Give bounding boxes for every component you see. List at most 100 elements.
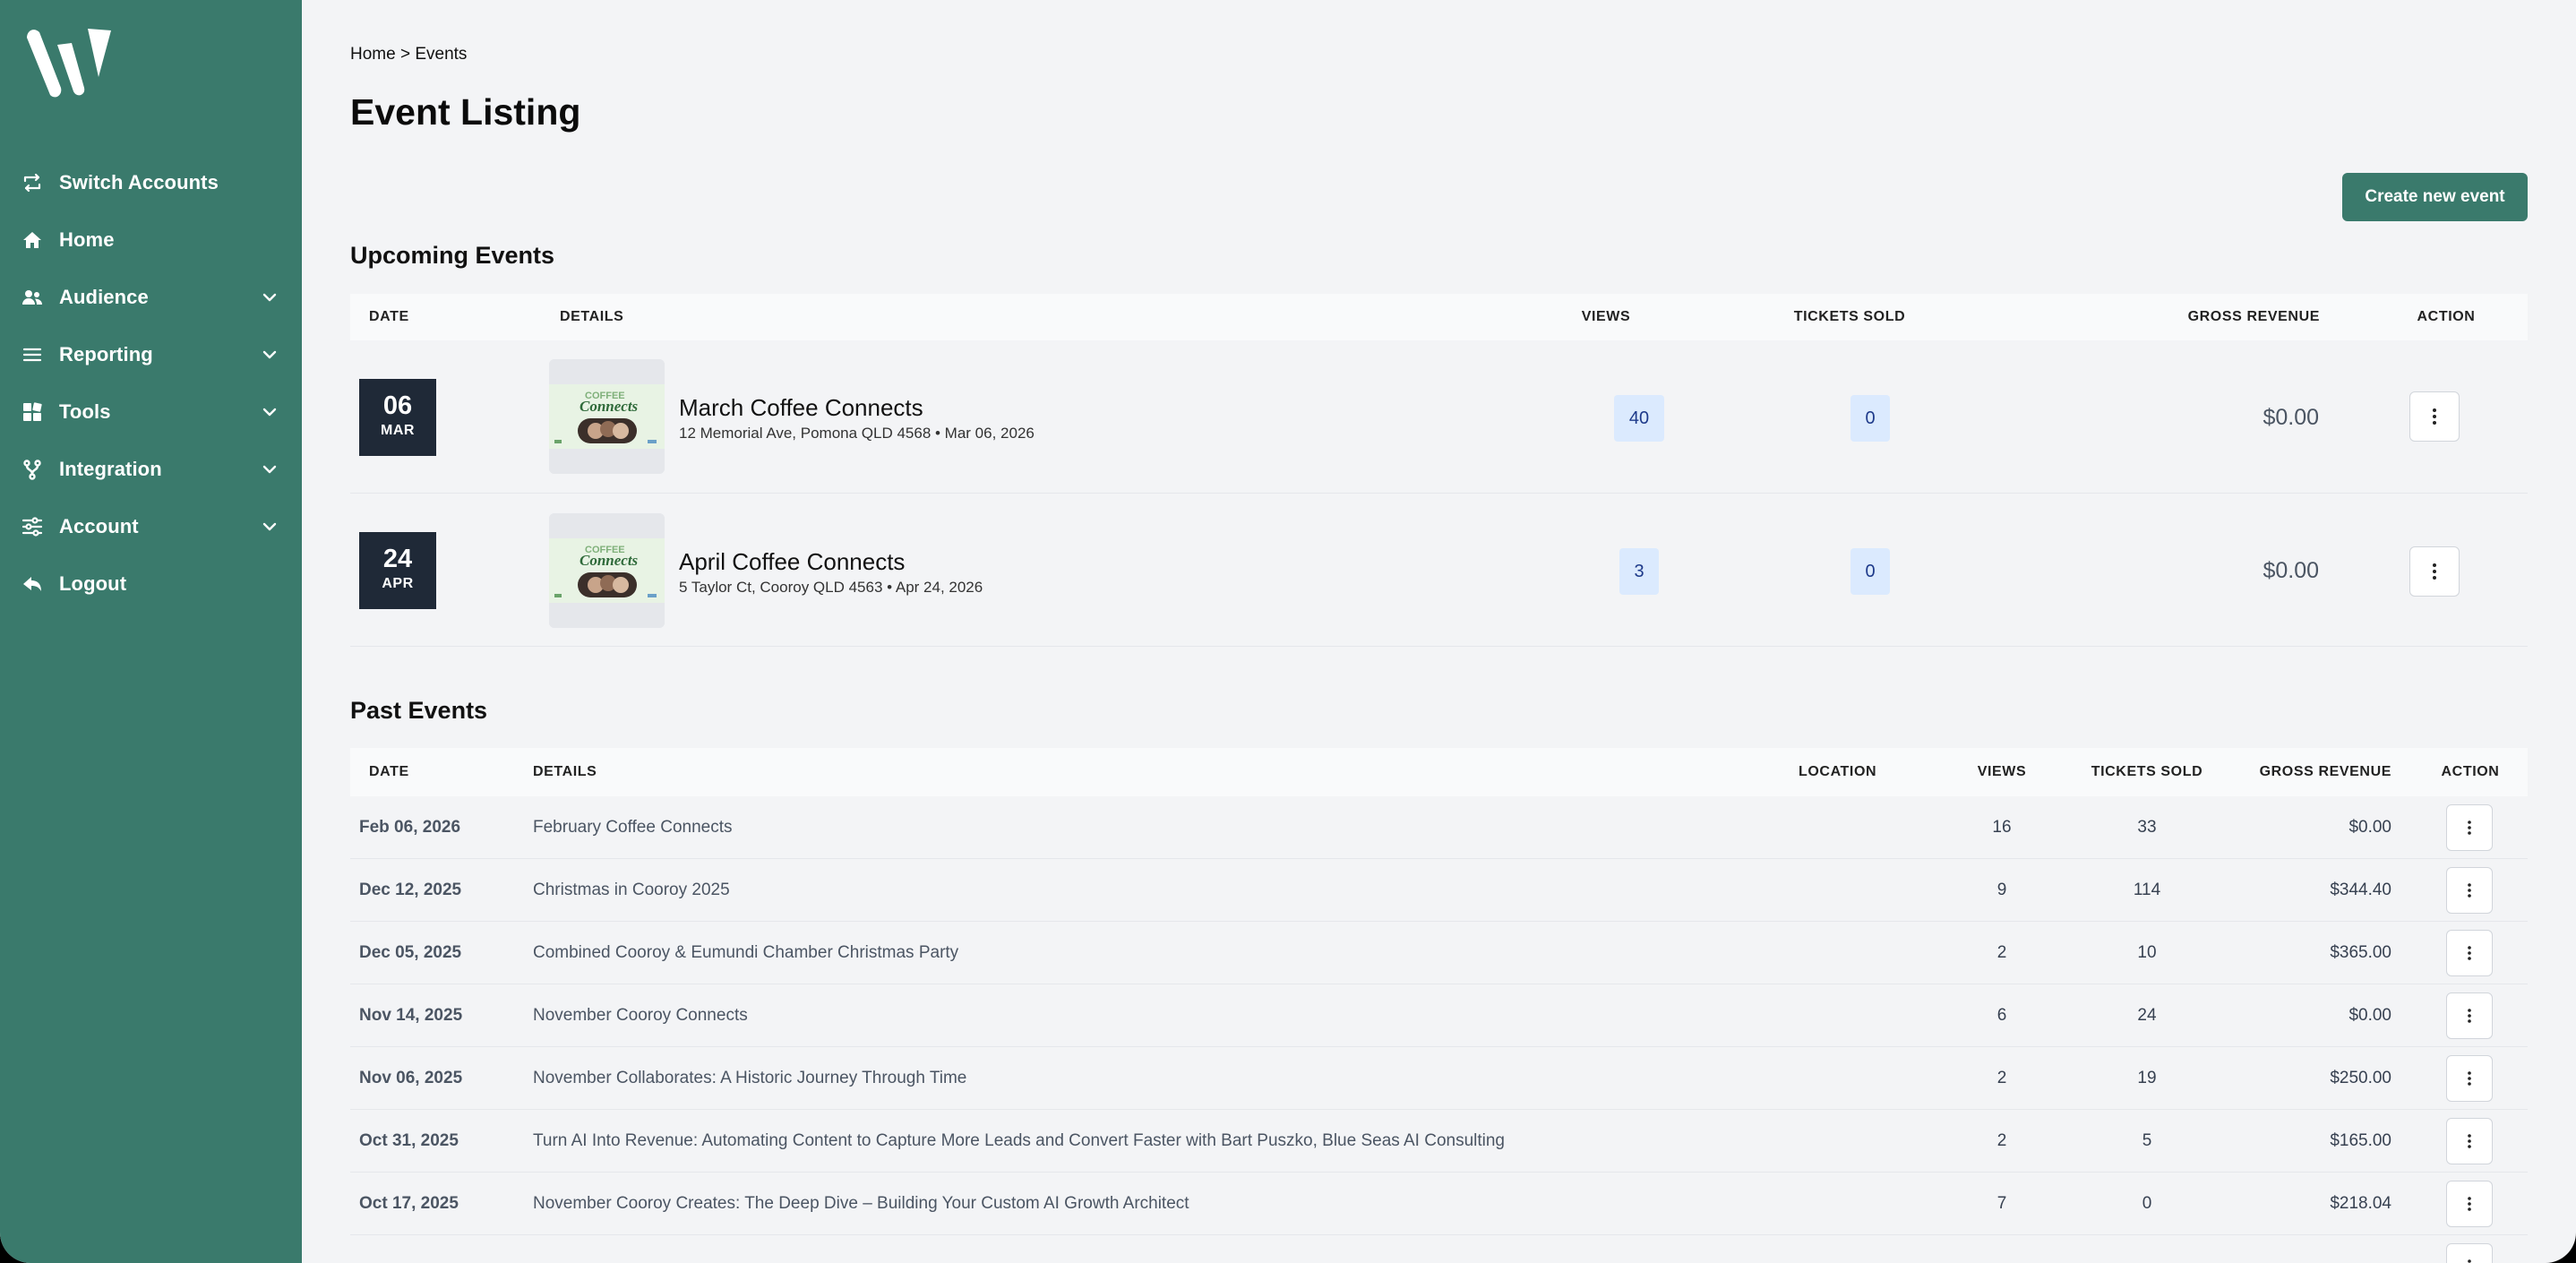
logout-icon	[21, 573, 43, 595]
thumbnail-text-script: Connects	[580, 552, 639, 569]
tickets-sold-count: 5	[2142, 1131, 2152, 1150]
sidebar: Switch Accounts Home Audience Reporting …	[0, 0, 302, 1263]
row-actions-button[interactable]	[2446, 930, 2493, 976]
event-thumbnail[interactable]: COFFEE Connects	[549, 359, 665, 474]
column-header-action: ACTION	[2441, 764, 2500, 779]
sidebar-item-audience[interactable]: Audience	[0, 269, 302, 326]
gross-revenue-value: $0.00	[2348, 818, 2391, 837]
more-vertical-icon	[2468, 1009, 2471, 1023]
event-location-date: 12 Memorial Ave, Pomona QLD 4568 • Mar 0…	[679, 425, 1035, 442]
row-actions-button[interactable]	[2446, 1181, 2493, 1227]
row-actions-button[interactable]	[2446, 1243, 2493, 1263]
column-header-date: DATE	[369, 309, 409, 324]
event-name[interactable]: February Coffee Connects	[533, 796, 733, 859]
row-actions-button[interactable]	[2446, 867, 2493, 914]
upcoming-event-row[interactable]: 06 MAR COFFEE Connects March Coffee Conn…	[350, 340, 2528, 494]
event-name[interactable]: Turn AI Into Revenue: Automating Content…	[533, 1110, 1505, 1173]
more-vertical-icon	[2433, 408, 2436, 425]
upcoming-event-row[interactable]: 24 APR COFFEE Connects April Coffee Conn…	[350, 494, 2528, 647]
sidebar-item-label: Switch Accounts	[59, 171, 219, 193]
sidebar-item-tools[interactable]: Tools	[0, 383, 302, 441]
event-date: Nov 14, 2025	[359, 1006, 463, 1025]
event-date: Oct 31, 2025	[359, 1131, 459, 1150]
chevron-down-icon	[262, 293, 277, 302]
sliders-icon	[21, 516, 43, 537]
row-actions-button[interactable]	[2446, 1118, 2493, 1164]
column-header-location: LOCATION	[1799, 764, 1877, 779]
row-actions-button[interactable]	[2446, 992, 2493, 1039]
sidebar-nav: Switch Accounts Home Audience Reporting …	[0, 154, 302, 613]
gross-revenue-value: $0.00	[2348, 1006, 2391, 1025]
row-actions-button[interactable]	[2446, 804, 2493, 851]
thumbnail-text-script: Connects	[580, 398, 639, 415]
past-event-row[interactable]: Dec 05, 2025 Combined Cooroy & Eumundi C…	[350, 922, 2528, 984]
column-header-views: VIEWS	[1977, 764, 2027, 779]
event-name[interactable]: November Cooroy Connects	[533, 984, 748, 1047]
sidebar-item-reporting[interactable]: Reporting	[0, 326, 302, 383]
event-name[interactable]: November Collaborates: A Historic Journe…	[533, 1047, 966, 1110]
past-event-row[interactable]: Feb 06, 2026 February Coffee Connects 16…	[350, 796, 2528, 859]
event-name[interactable]: March Coffee Connects	[679, 394, 923, 422]
views-count: 2	[1996, 1069, 2007, 1087]
event-name[interactable]: Christmas in Cooroy 2025	[533, 859, 730, 922]
views-count-badge: 3	[1619, 548, 1659, 595]
column-header-date: DATE	[369, 764, 409, 779]
event-day: 24	[382, 545, 413, 573]
upcoming-events-title: Upcoming Events	[350, 242, 555, 269]
users-icon	[21, 287, 43, 308]
past-event-row[interactable]: Nov 06, 2025 November Collaborates: A Hi…	[350, 1047, 2528, 1110]
tickets-sold-count: 114	[2133, 881, 2161, 899]
brand-logo[interactable]	[21, 25, 115, 100]
column-header-action: ACTION	[2417, 309, 2476, 324]
upcoming-table-header: DATE DETAILS VIEWS TICKETS SOLD GROSS RE…	[350, 294, 2528, 340]
event-date-badge: 24 APR	[359, 532, 436, 609]
gross-revenue-value: $250.00	[2330, 1069, 2391, 1087]
gross-revenue-value: $218.04	[2330, 1194, 2391, 1213]
event-thumbnail[interactable]: COFFEE Connects	[549, 513, 665, 628]
event-date: Oct 17, 2025	[359, 1194, 459, 1213]
event-month: MAR	[381, 423, 415, 438]
sidebar-item-logout[interactable]: Logout	[0, 555, 302, 613]
past-event-row[interactable]: Dec 12, 2025 Christmas in Cooroy 2025 9 …	[350, 859, 2528, 922]
views-count-badge: 40	[1614, 395, 1664, 442]
grid-icon	[21, 401, 43, 423]
more-vertical-icon	[2468, 883, 2471, 898]
sidebar-item-label: Reporting	[59, 343, 153, 365]
column-header-details: DETAILS	[560, 309, 624, 324]
sidebar-item-integration[interactable]: Integration	[0, 441, 302, 498]
event-name[interactable]: November Cooroy Creates: The Deep Dive –…	[533, 1173, 1189, 1235]
row-actions-button[interactable]	[2446, 1055, 2493, 1102]
more-vertical-icon	[2468, 821, 2471, 835]
sidebar-item-label: Integration	[59, 458, 162, 480]
row-actions-button[interactable]	[2409, 391, 2460, 442]
sidebar-item-label: Audience	[59, 286, 149, 308]
tickets-sold-count: 24	[2137, 1006, 2157, 1025]
event-location-date: 5 Taylor Ct, Cooroy QLD 4563 • Apr 24, 2…	[679, 579, 983, 596]
sidebar-item-label: Home	[59, 228, 115, 251]
gross-revenue-value: $165.00	[2330, 1131, 2391, 1150]
breadcrumb[interactable]: Home > Events	[350, 45, 467, 64]
past-event-row[interactable]: Oct 31, 2025 Turn AI Into Revenue: Autom…	[350, 1110, 2528, 1173]
sidebar-item-home[interactable]: Home	[0, 211, 302, 269]
gross-revenue-value: $0.00	[2263, 558, 2319, 583]
past-event-row[interactable]: Nov 14, 2025 November Cooroy Connects 6 …	[350, 984, 2528, 1047]
row-actions-button[interactable]	[2409, 546, 2460, 597]
views-count: 16	[1992, 818, 2012, 837]
event-date: Dec 05, 2025	[359, 943, 462, 962]
chevron-down-icon	[262, 408, 277, 417]
event-name[interactable]: Combined Cooroy & Eumundi Chamber Christ…	[533, 922, 958, 984]
sidebar-item-account[interactable]: Account	[0, 498, 302, 555]
tickets-sold-badge: 0	[1850, 548, 1890, 595]
create-event-button[interactable]: Create new event	[2342, 173, 2528, 221]
sidebar-item-label: Account	[59, 515, 139, 537]
gross-revenue-value: $344.40	[2330, 881, 2391, 899]
list-icon	[21, 344, 43, 365]
views-count: 2	[1996, 1131, 2007, 1150]
column-header-views: VIEWS	[1581, 309, 1631, 324]
past-event-row[interactable]: Oct 17, 2025 November Cooroy Creates: Th…	[350, 1173, 2528, 1235]
event-name[interactable]: April Coffee Connects	[679, 548, 905, 576]
main-content: Home > Events Event Listing Create new e…	[302, 0, 2576, 1263]
branch-icon	[21, 459, 43, 480]
sidebar-item-switch-accounts[interactable]: Switch Accounts	[0, 154, 302, 211]
past-event-row-partial[interactable]	[350, 1235, 2528, 1263]
